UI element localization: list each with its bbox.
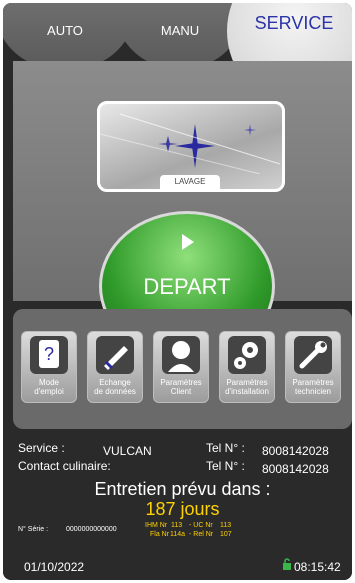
data-exchange-icon bbox=[96, 336, 134, 374]
manual-icon: ? bbox=[30, 336, 68, 374]
main-panel: LAVAGE DEPART bbox=[13, 61, 352, 361]
play-icon bbox=[182, 234, 194, 250]
tel2-value: 8008142028 bbox=[262, 462, 329, 476]
tel2-label: Tel N° : bbox=[206, 459, 245, 473]
serial-value: 0000000000000 bbox=[66, 526, 117, 533]
time-display: 08:15:42 bbox=[294, 560, 341, 574]
sparkle-icon bbox=[100, 113, 281, 175]
tool-user-manual[interactable]: ? Mode d'emploi bbox=[21, 331, 77, 403]
info-panel: Service : VULCAN Tel N° : 8008142028 Con… bbox=[13, 435, 352, 545]
tel1-value: 8008142028 bbox=[262, 444, 329, 458]
fla-value: 114a bbox=[170, 531, 186, 538]
tel1-label: Tel N° : bbox=[206, 441, 245, 455]
tools-panel: ? Mode d'emploi Echange de données Paramèt… bbox=[13, 309, 352, 429]
svg-text:?: ? bbox=[44, 344, 54, 364]
tool-installation-settings[interactable]: Paramètres d'installation bbox=[219, 331, 275, 403]
tool-data-exchange-label: Echange de données bbox=[94, 378, 136, 396]
serial-label: N° Série : bbox=[18, 526, 49, 533]
tool-client-settings[interactable]: Paramètres Client bbox=[153, 331, 209, 403]
rel-value: 107 bbox=[220, 531, 232, 538]
wrench-icon bbox=[294, 336, 332, 374]
uc-value: 113 bbox=[220, 522, 232, 529]
tab-manu-label: MANU bbox=[160, 23, 200, 38]
ihm-label: IHM Nr bbox=[145, 522, 168, 529]
start-button-label: DEPART bbox=[143, 274, 231, 299]
user-icon bbox=[162, 336, 200, 374]
unlock-icon[interactable] bbox=[282, 558, 292, 570]
service-label: Service : bbox=[18, 441, 65, 455]
date-display: 01/10/2022 bbox=[24, 560, 85, 574]
program-label: LAVAGE bbox=[160, 175, 220, 189]
rel-label: - Rel Nr bbox=[189, 531, 214, 538]
maintenance-label: Entretien prévu dans : bbox=[94, 479, 271, 499]
tool-technician-settings[interactable]: Paramètres technicien bbox=[285, 331, 341, 403]
program-selector[interactable]: LAVAGE bbox=[97, 101, 285, 192]
contact-label: Contact culinaire: bbox=[18, 459, 111, 473]
fla-label: Fla Nr bbox=[150, 531, 170, 538]
gears-icon bbox=[228, 336, 266, 374]
tool-user-manual-label: Mode d'emploi bbox=[34, 378, 64, 396]
service-value: VULCAN bbox=[103, 444, 152, 458]
tool-data-exchange[interactable]: Echange de données bbox=[87, 331, 143, 403]
tab-manu[interactable]: MANU bbox=[115, 3, 245, 68]
tool-installation-settings-label: Paramètres d'installation bbox=[225, 378, 269, 396]
tool-technician-settings-label: Paramètres technicien bbox=[292, 378, 334, 396]
uc-label: - UC Nr bbox=[189, 522, 213, 529]
screen-frame: AUTO MANU SERVICE LAVAGE DEPART ? Mode d… bbox=[3, 3, 352, 580]
tool-client-settings-label: Paramètres Client bbox=[160, 378, 202, 396]
status-footer: 01/10/2022 08:15:42 bbox=[3, 553, 352, 580]
tab-service-label: SERVICE bbox=[254, 13, 334, 33]
ihm-value: 113 bbox=[171, 522, 183, 529]
maintenance-days: 187 jours bbox=[145, 499, 220, 519]
